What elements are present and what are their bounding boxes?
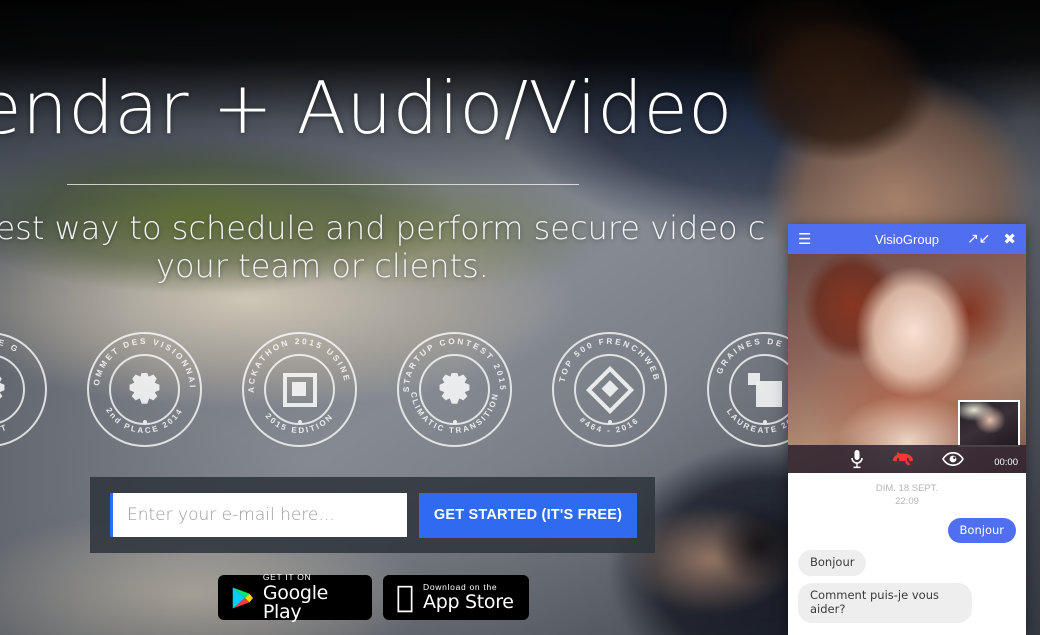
expand-arrows-icon[interactable]: ↗↙ [967, 232, 990, 246]
close-icon[interactable]: ✖ [1003, 231, 1016, 247]
chat-bubble-incoming: Bonjour [798, 550, 867, 577]
hero-subtitle-line2: your team or clients. [156, 247, 489, 286]
chat-date-day: DIM. 18 SEPT. [875, 483, 939, 494]
chat-date-time: 22:09 [895, 495, 919, 507]
google-play-small-label: GET IT ON [262, 572, 312, 583]
award-badge: STARTUP CONTEST 2015 CLIMATIC TRANSITION [397, 332, 512, 447]
svg-text:2nd PLACE 2014: 2nd PLACE 2014 [104, 406, 185, 435]
microphone-icon[interactable] [850, 449, 864, 469]
call-timer: 00:00 [994, 457, 1018, 468]
badge-text-svg: A R S E G L I S T [0, 337, 21, 435]
email-input[interactable] [110, 493, 407, 537]
hero-subtitle: e simplest way to schedule and perform s… [0, 209, 855, 286]
badge-top-text: HACKATHON 2015 USINE IO [242, 332, 350, 393]
svg-text:CLIMATIC TRANSITION: CLIMATIC TRANSITION [409, 391, 500, 435]
svg-text:STARTUP CONTEST 2015: STARTUP CONTEST 2015 [402, 337, 507, 392]
chat-message-row: Comment puis-je vous aider? [798, 583, 1016, 623]
get-started-button[interactable]: GET STARTED (IT'S FREE) [419, 492, 637, 538]
apple-icon:  [396, 582, 414, 612]
google-play-button[interactable]: GET IT ON Google Play [218, 572, 372, 623]
svg-text:HACKATHON 2015 USINE IO: HACKATHON 2015 USINE IO [242, 332, 352, 393]
landing-page: alendar + Audio/Video e simplest way to … [0, 0, 1040, 635]
badge-bottom-text: L I S T [0, 422, 7, 435]
widget-header-actions: ↗↙ ✖ [967, 231, 1016, 247]
badge-top-text: STARTUP CONTEST 2015 [402, 337, 505, 392]
self-view-thumbnail[interactable] [958, 400, 1020, 447]
svg-text:TOP 500 FRENCHWEB: TOP 500 FRENCHWEB [558, 337, 662, 383]
award-badge: HACKATHON 2015 USINE IO 2015 EDITION [242, 332, 357, 447]
hangup-phone-icon[interactable] [892, 452, 914, 466]
app-store-badges: GET IT ON Google Play  Download on the … [218, 572, 529, 623]
hero-copy: alendar + Audio/Video e simplest way to … [0, 66, 855, 286]
signup-panel: GET STARTED (IT'S FREE) [90, 477, 655, 553]
hero-divider [66, 183, 579, 185]
video-stage: 00:00 [788, 254, 1026, 473]
svg-text:A R S E G: A R S E G [0, 337, 21, 355]
page-title: alendar + Audio/Video [0, 66, 733, 150]
badge-text-svg: LE SOMMET DES VISIONNAIRES 2nd PLACE 201… [87, 332, 197, 435]
eye-camera-icon[interactable] [942, 452, 964, 466]
badge-top-text: TOP 500 FRENCHWEB [558, 337, 660, 383]
visio-widget: ☰ VisioGroup ↗↙ ✖ 00:00 DIM. 18 SEPT. 22… [788, 224, 1026, 635]
svg-text:LE SOMMET DES VISIONNAIRES: LE SOMMET DES VISIONNAIRES [87, 332, 197, 390]
badge-text-svg: TOP 500 FRENCHWEB #464 - 2016 [558, 337, 662, 435]
svg-text:#464 - 2016: #464 - 2016 [578, 415, 641, 435]
video-call-controls [788, 445, 1026, 473]
chat-bubble-outgoing: Bonjour [947, 517, 1016, 544]
badge-text-svg: STARTUP CONTEST 2015 CLIMATIC TRANSITION [402, 337, 507, 435]
app-store-button[interactable]:  Download on the App Store [383, 575, 529, 620]
google-play-icon [232, 586, 253, 609]
chat-date-separator: DIM. 18 SEPT. 22:09 [798, 483, 1016, 509]
app-store-large-label: App Store [405, 591, 514, 614]
badge-bottom-text: 2015 EDITION [264, 412, 334, 436]
award-badge: LE SOMMET DES VISIONNAIRES 2nd PLACE 201… [87, 332, 202, 447]
award-badge: TOP 500 FRENCHWEB #464 - 2016 [552, 332, 667, 447]
hero-subtitle-line1: e simplest way to schedule and perform s… [0, 208, 766, 247]
svg-text:L I S T: L I S T [0, 422, 9, 435]
badge-top-text: A R S E G [0, 337, 19, 355]
svg-text:2015 EDITION: 2015 EDITION [264, 412, 336, 436]
badge-top-text: LE SOMMET DES VISIONNAIRES [87, 332, 195, 390]
hamburger-menu-icon[interactable]: ☰ [798, 231, 811, 247]
badge-text-svg: HACKATHON 2015 USINE IO 2015 EDITION [242, 332, 352, 436]
badge-bottom-text: 2nd PLACE 2014 [104, 406, 182, 435]
chat-bubble-incoming: Comment puis-je vous aider? [798, 583, 973, 623]
google-play-large-label: Google Play [262, 581, 329, 623]
app-store-small-label: Download on the [405, 581, 497, 592]
chat-panel: DIM. 18 SEPT. 22:09 Bonjour Bonjour Comm… [788, 473, 1026, 635]
chat-message-row: Bonjour [798, 550, 1016, 577]
badge-bottom-text: #464 - 2016 [578, 415, 639, 435]
widget-header: ☰ VisioGroup ↗↙ ✖ [788, 224, 1026, 254]
badge-bottom-text: CLIMATIC TRANSITION [409, 391, 498, 435]
chat-message-row: Bonjour [798, 517, 1016, 544]
award-badge: A R S E G L I S T [0, 332, 47, 447]
